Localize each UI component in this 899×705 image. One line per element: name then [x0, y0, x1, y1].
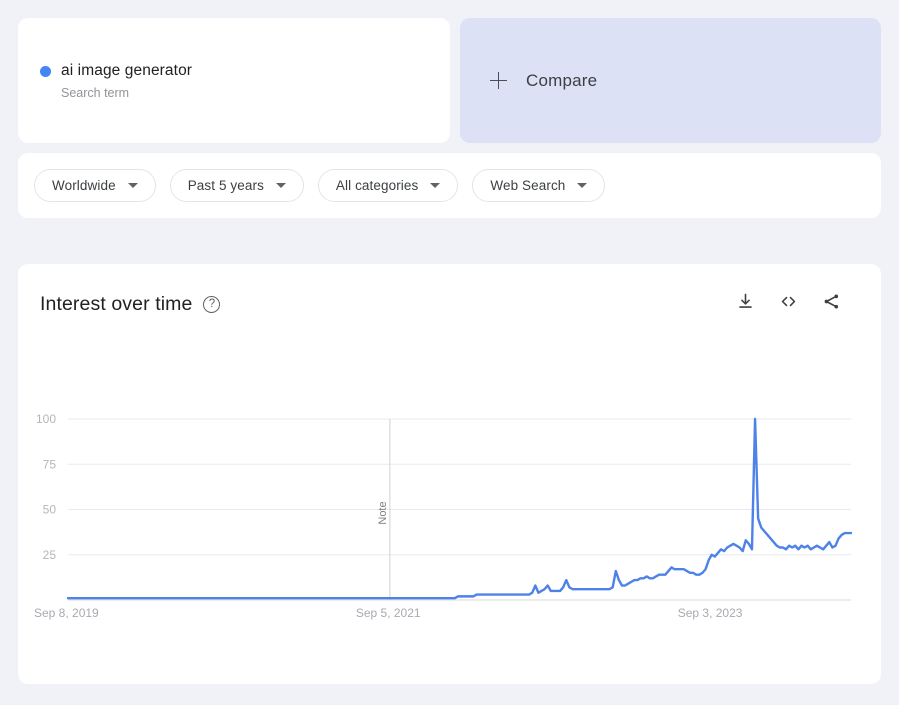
filter-searchtype-dropdown[interactable]: Web Search [472, 169, 606, 202]
download-icon[interactable] [736, 292, 755, 316]
chart-title: Interest over time [40, 292, 193, 315]
search-term-line: ai image generator [40, 62, 450, 80]
filter-timerange-dropdown[interactable]: Past 5 years [169, 169, 304, 202]
query-row: ai image generator Search term Compare [0, 0, 899, 143]
chevron-down-icon [577, 183, 588, 188]
search-term-type-label: Search term [61, 86, 130, 100]
search-term-card[interactable]: ai image generator Search term [18, 18, 450, 143]
filter-location-label: Worldwide [52, 178, 116, 193]
question-mark-icon[interactable]: ? [203, 295, 221, 313]
filter-category-dropdown[interactable]: All categories [317, 169, 459, 202]
share-icon[interactable] [822, 292, 841, 316]
chevron-down-icon [127, 183, 138, 188]
chart-action-group [736, 292, 859, 316]
chevron-down-icon [430, 183, 441, 188]
filter-category-label: All categories [335, 178, 419, 193]
chart-header: Interest over time ? [18, 264, 881, 316]
embed-code-icon[interactable] [778, 292, 799, 316]
compare-label: Compare [526, 70, 598, 90]
series-color-dot [40, 65, 51, 77]
interest-over-time-panel: Interest over time ? [18, 264, 881, 684]
filter-timerange-label: Past 5 years [187, 178, 264, 193]
chevron-down-icon [275, 183, 286, 188]
filter-location-dropdown[interactable]: Worldwide [34, 169, 156, 202]
filter-searchtype-label: Web Search [490, 178, 566, 193]
filter-bar: Worldwide Past 5 years All categories We… [18, 153, 881, 218]
plus-icon [490, 72, 507, 89]
chart-title-group: Interest over time ? [40, 292, 221, 316]
search-term-label: ai image generator [61, 62, 193, 79]
compare-button[interactable]: Compare [460, 18, 881, 143]
